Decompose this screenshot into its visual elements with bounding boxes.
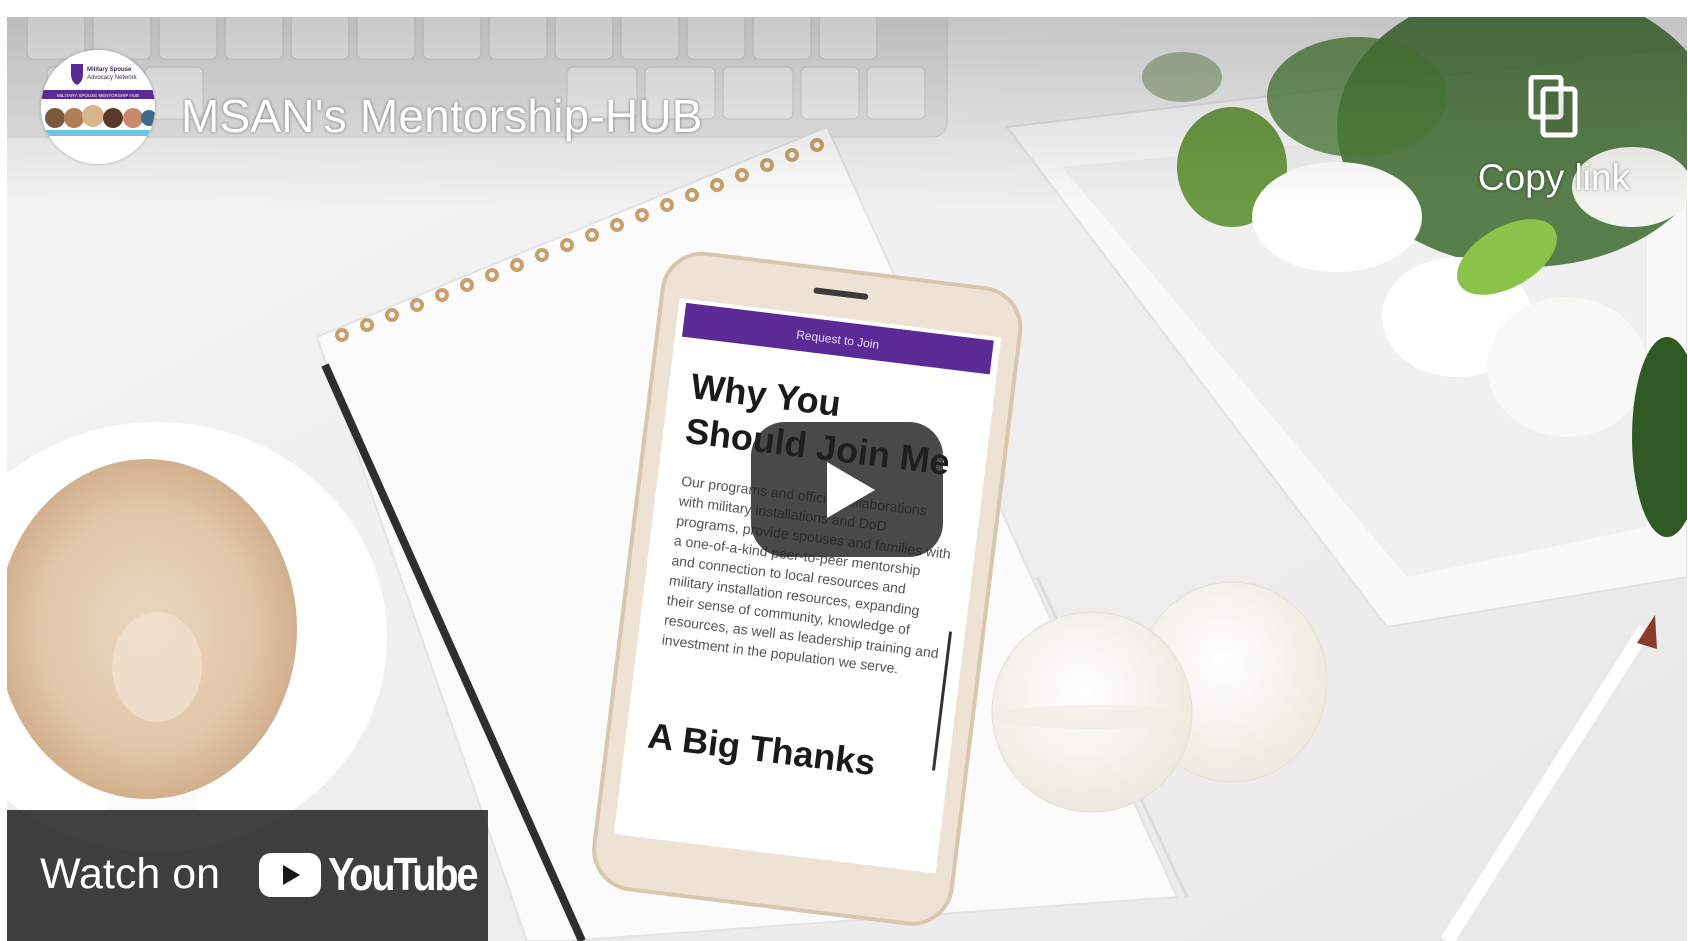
video-player[interactable]: Request to Join Why You Should Join Me O…: [7, 17, 1687, 941]
watch-on-label: Watch on: [40, 850, 221, 898]
video-title[interactable]: MSAN's Mentorship-HUB: [181, 89, 703, 143]
youtube-wordmark: YouTube: [328, 848, 478, 900]
youtube-logo-icon: [259, 853, 321, 897]
avatar-org-line-2: Advocacy Network: [87, 75, 138, 81]
copy-link-label: Copy link: [1477, 157, 1631, 198]
channel-avatar[interactable]: Military Spouse Advocacy Network MILITAR…: [41, 50, 155, 164]
play-button[interactable]: [751, 422, 943, 557]
play-icon: [751, 422, 943, 557]
copy-link-icon: [1528, 75, 1578, 138]
watch-on-youtube-button[interactable]: Watch on YouTube: [7, 810, 488, 941]
copy-link-button[interactable]: Copy link: [1459, 53, 1649, 203]
phone-illustration: Request to Join Why You Should Join Me O…: [592, 251, 1023, 926]
avatar-org-line-1: Military Spouse: [87, 67, 132, 73]
avatar-band-text: MILITARY SPOUSE MENTORSHIP HUB: [57, 93, 139, 98]
